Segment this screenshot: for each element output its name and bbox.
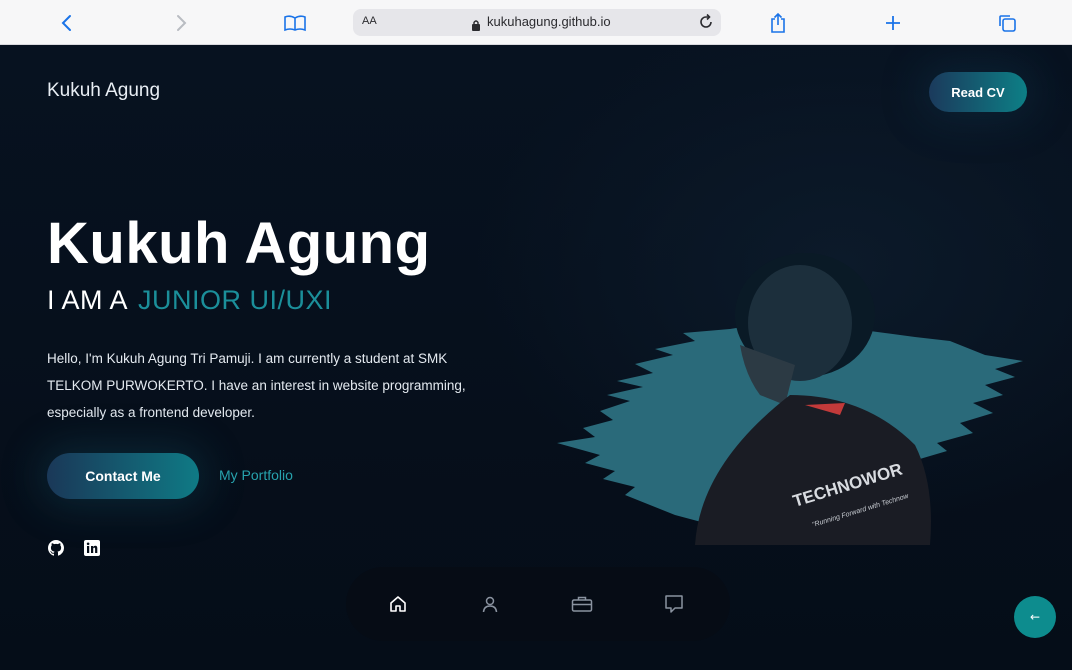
site-brand[interactable]: Kukuh Agung (47, 80, 160, 102)
new-tab-icon[interactable] (880, 10, 906, 36)
home-icon[interactable] (383, 589, 413, 619)
reader-book-icon[interactable] (282, 10, 308, 36)
back-icon[interactable] (54, 10, 80, 36)
scroll-top-button[interactable]: ← (1014, 596, 1056, 638)
address-bar[interactable]: AA kukuhagung.github.io (353, 9, 721, 36)
briefcase-icon[interactable] (567, 589, 597, 619)
user-icon[interactable] (475, 589, 505, 619)
hero-name: Kukuh Agung (47, 211, 431, 276)
share-icon[interactable] (765, 10, 791, 36)
hero-subtitle-prefix: I AM A (47, 285, 129, 315)
linkedin-icon[interactable] (84, 540, 100, 556)
reload-icon[interactable] (697, 13, 715, 35)
github-icon[interactable] (48, 540, 64, 556)
lock-icon (471, 16, 481, 35)
read-cv-button[interactable]: Read CV (929, 72, 1027, 112)
url-host: kukuhagung.github.io (487, 14, 611, 29)
forward-icon[interactable] (168, 10, 194, 36)
browser-toolbar: AA kukuhagung.github.io (0, 0, 1072, 45)
bottom-navigation (346, 567, 730, 641)
tabs-icon[interactable] (994, 10, 1020, 36)
hero-description: Hello, I'm Kukuh Agung Tri Pamuji. I am … (47, 351, 466, 420)
hero-subtitle-accent: JUNIOR UI/UXI (138, 285, 333, 315)
my-portfolio-link[interactable]: My Portfolio (219, 467, 293, 483)
message-icon[interactable] (659, 589, 689, 619)
portfolio-page: Kukuh Agung Read CV Kukuh Agung I AM A JU… (0, 45, 1072, 670)
contact-me-button[interactable]: Contact Me (47, 453, 199, 499)
hero-subtitle: I AM A JUNIOR UI/UXI (47, 285, 332, 316)
hero-portrait-image: TECHNOWOR "Running Forward with Technow (555, 245, 1030, 545)
text-size-button[interactable]: AA (362, 15, 377, 27)
